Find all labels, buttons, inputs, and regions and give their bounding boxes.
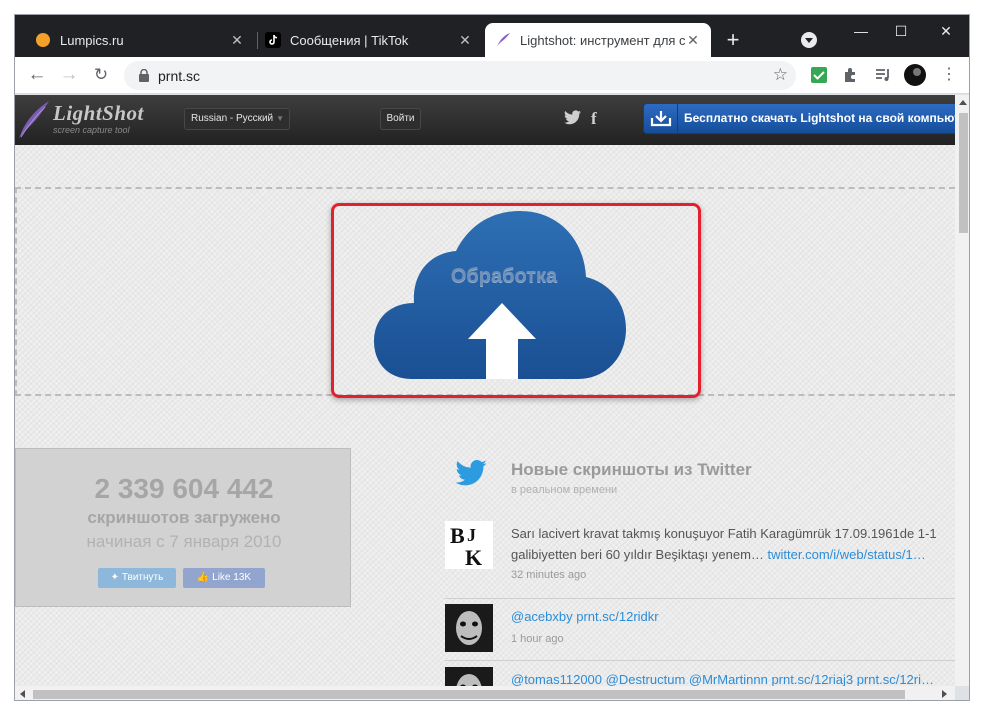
tweet-line: Sarı lacivert kravat takmış konuşuyor Fa…	[511, 526, 937, 541]
browser-toolbar: ← → ↻ prnt.sc ☆ ⋮	[15, 57, 969, 94]
new-tab-button[interactable]: +	[721, 29, 745, 53]
stats-panel: 2 339 604 442 скриншотов загружено начин…	[15, 448, 351, 607]
checkbox-extension-icon[interactable]	[810, 66, 828, 84]
svg-text:J: J	[467, 525, 476, 545]
address-bar[interactable]: prnt.sc ☆	[124, 61, 796, 90]
avatar[interactable]	[445, 604, 493, 652]
screenshot-count-label: скриншотов загружено	[87, 508, 281, 527]
login-button[interactable]: Войти	[380, 108, 421, 130]
close-tab-icon[interactable]: ✕	[457, 32, 473, 49]
tweet-time: 32 minutes ago	[511, 569, 587, 581]
tweet-label: Твитнуть	[121, 572, 164, 583]
twitter-bird-icon	[455, 460, 487, 486]
logo-text[interactable]: LightShot	[53, 101, 144, 126]
maximize-button[interactable]: ☐	[891, 23, 911, 39]
tweet-line-text: galibiyetten beri 60 yıldır Beşiktaşı ye…	[511, 547, 764, 562]
avatar[interactable]: B J K	[445, 521, 493, 569]
screenshot-count: 2 339 604 442	[94, 473, 274, 504]
site-header: LightShot screen capture tool Russian - …	[15, 95, 955, 145]
thumbs-up-icon: 👍	[196, 572, 210, 583]
feed-subtitle: в реальном времени	[511, 484, 618, 496]
highlight-frame	[331, 203, 701, 398]
tab-tiktok[interactable]: Сообщения | TikTok ✕	[255, 23, 483, 57]
tweet-text[interactable]: @acebxby prnt.sc/12ridkr	[511, 606, 955, 627]
lightshot-feather-icon	[19, 101, 49, 139]
tab-lumpics[interactable]: Lumpics.ru ✕	[25, 23, 255, 57]
tweet-button[interactable]: ✦ Твитнуть	[98, 568, 176, 588]
twitter-bird-icon: ✦	[110, 572, 120, 583]
tweet-text: Sarı lacivert kravat takmış konuşuyor Fa…	[511, 523, 955, 565]
download-tray-icon	[650, 111, 672, 127]
close-window-button[interactable]: ✕	[936, 23, 956, 39]
tab-title: Lumpics.ru	[60, 32, 124, 48]
tweet-text[interactable]: @tomas112000 @Destructum @MrMartinnn prn…	[511, 669, 955, 686]
svg-text:K: K	[465, 545, 482, 569]
feed-title: Новые скриншоты из Twitter	[511, 460, 752, 479]
close-tab-icon[interactable]: ✕	[685, 32, 701, 49]
tab-title: Сообщения | TikTok	[290, 32, 409, 48]
like-count: 13K	[233, 572, 252, 583]
profile-avatar-icon[interactable]	[904, 64, 926, 86]
twitter-icon[interactable]	[564, 110, 581, 125]
download-icon-box	[644, 104, 678, 133]
tab-lightshot[interactable]: Lightshot: инструмент для скр ✕	[485, 23, 711, 57]
language-dropdown[interactable]: Russian - Русский ▼	[184, 108, 290, 130]
kebab-menu-icon[interactable]: ⋮	[937, 63, 961, 87]
horizontal-scroll-thumb[interactable]	[33, 690, 905, 699]
download-label: Бесплатно скачать Lightshot на свой комп…	[684, 111, 955, 125]
language-label: Russian - Русский	[191, 113, 274, 124]
forward-arrow-icon[interactable]: →	[57, 63, 81, 87]
like-label: Like	[212, 572, 231, 583]
tab-search-icon[interactable]	[801, 32, 817, 48]
logo-subtitle: screen capture tool	[53, 125, 130, 135]
lumpics-favicon	[36, 33, 50, 47]
since-date-label: начиная с 7 января 2010	[86, 532, 282, 551]
scroll-left-arrow-icon[interactable]	[20, 690, 25, 698]
page-viewport: LightShot screen capture tool Russian - …	[15, 95, 955, 686]
lightshot-favicon	[497, 33, 510, 47]
feed-divider	[445, 598, 955, 599]
tab-title: Lightshot: инструмент для скр	[520, 32, 685, 48]
close-tab-icon[interactable]: ✕	[229, 32, 245, 49]
back-arrow-icon[interactable]: ←	[25, 63, 49, 87]
vertical-scroll-thumb[interactable]	[959, 113, 968, 233]
extensions-puzzle-icon[interactable]	[842, 66, 860, 84]
scroll-up-arrow-icon[interactable]	[959, 100, 967, 105]
lock-icon	[139, 69, 149, 82]
facebook-icon[interactable]: f	[591, 109, 597, 129]
tweet-line: galibiyetten beri 60 yıldır Beşiktaşı ye…	[511, 544, 955, 565]
svg-text:B: B	[450, 523, 465, 548]
feed-divider	[445, 660, 955, 661]
scroll-right-arrow-icon[interactable]	[942, 690, 947, 698]
download-button[interactable]: Бесплатно скачать Lightshot на свой комп…	[643, 103, 955, 134]
tiktok-favicon	[265, 32, 281, 48]
media-queue-icon[interactable]	[874, 66, 892, 84]
chevron-down-icon: ▼	[276, 114, 284, 123]
facebook-like-button[interactable]: 👍 Like 13K	[183, 568, 265, 588]
url-text: prnt.sc	[158, 68, 201, 84]
minimize-button[interactable]: —	[851, 23, 871, 39]
browser-window: Lumpics.ru ✕ Сообщения | TikTok ✕ Lights…	[14, 14, 970, 701]
reload-icon[interactable]: ↻	[89, 63, 113, 87]
avatar[interactable]	[445, 667, 493, 686]
tweet-link[interactable]: twitter.com/i/web/status/1…	[768, 547, 926, 562]
bookmark-star-icon[interactable]: ☆	[773, 65, 788, 85]
tab-strip: Lumpics.ru ✕ Сообщения | TikTok ✕ Lights…	[15, 15, 969, 57]
tweet-time: 1 hour ago	[511, 633, 564, 645]
